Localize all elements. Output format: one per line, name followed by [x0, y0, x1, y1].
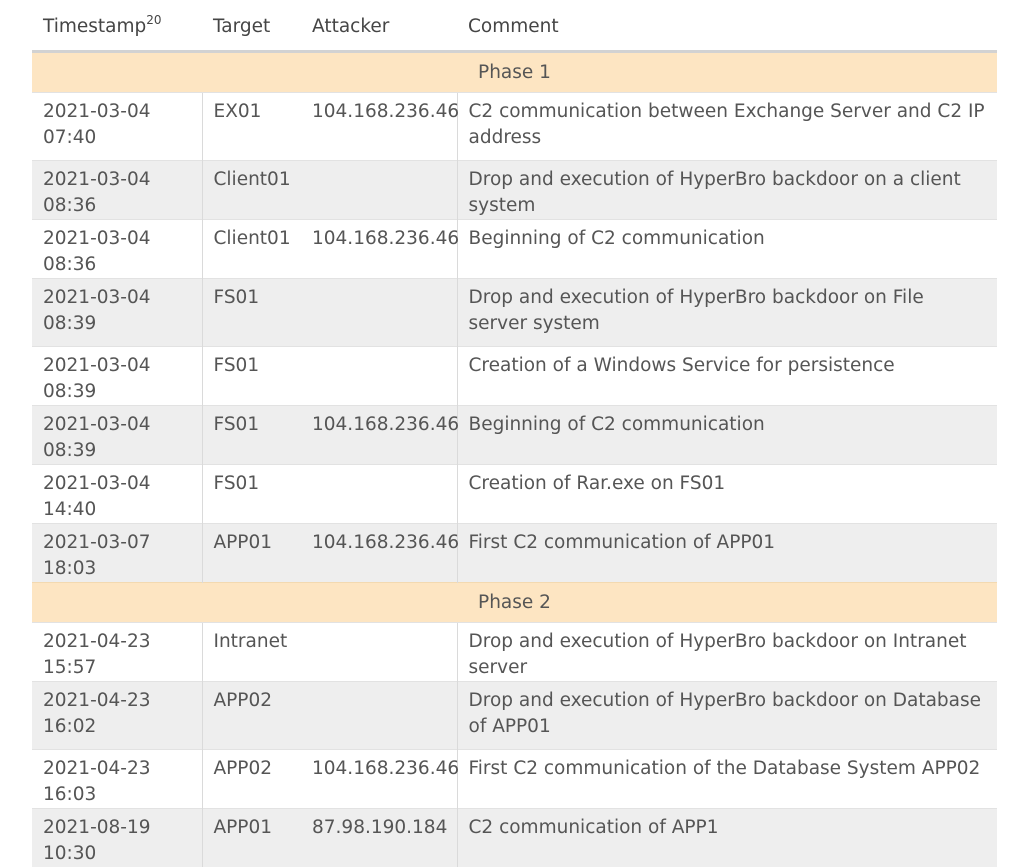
phase-row: Phase 2 [32, 583, 997, 623]
phase-label: Phase 1 [32, 52, 997, 93]
cell-comment: C2 communication of APP1 [457, 809, 997, 867]
cell-comment: Drop and execution of HyperBro backdoor … [457, 279, 997, 347]
cell-target: FS01 [202, 279, 301, 347]
timeline-table-container: Timestamp20 Target Attacker Comment Phas… [32, 0, 997, 867]
table-row: 2021-03-04 08:36Client01 Drop and executi… [32, 161, 997, 220]
cell-attacker [301, 279, 457, 347]
cell-attacker [301, 682, 457, 750]
cell-timestamp: 2021-04-23 16:03 [32, 750, 202, 809]
table-row: 2021-03-04 08:39FS01 Creation of a Window… [32, 347, 997, 406]
cell-attacker: 104.168.236.46 [301, 406, 457, 465]
cell-attacker: 104.168.236.46 [301, 524, 457, 583]
cell-attacker [301, 465, 457, 524]
cell-attacker [301, 161, 457, 220]
cell-timestamp: 2021-03-04 08:39 [32, 347, 202, 406]
header-comment: Comment [457, 0, 997, 52]
table-row: 2021-03-04 07:40EX01104.168.236.46C2 com… [32, 93, 997, 161]
cell-comment: Drop and execution of HyperBro backdoor … [457, 682, 997, 750]
cell-attacker [301, 623, 457, 682]
table-row: 2021-04-23 16:02APP02 Drop and execution … [32, 682, 997, 750]
header-timestamp-label: Timestamp [43, 16, 146, 37]
table-row: 2021-03-04 08:39FS01104.168.236.46Beginn… [32, 406, 997, 465]
cell-target: EX01 [202, 93, 301, 161]
cell-comment: C2 communication between Exchange Server… [457, 93, 997, 161]
cell-timestamp: 2021-03-04 08:39 [32, 406, 202, 465]
table-body: Phase 12021-03-04 07:40EX01104.168.236.4… [32, 52, 997, 867]
table-row: 2021-03-04 08:39FS01 Drop and execution o… [32, 279, 997, 347]
cell-timestamp: 2021-03-04 08:36 [32, 220, 202, 279]
table-row: 2021-03-04 14:40FS01 Creation of Rar.exe … [32, 465, 997, 524]
cell-attacker: 104.168.236.46 [301, 750, 457, 809]
phase-row: Phase 1 [32, 52, 997, 93]
cell-target: FS01 [202, 406, 301, 465]
cell-comment: Creation of a Windows Service for persis… [457, 347, 997, 406]
cell-attacker [301, 347, 457, 406]
cell-attacker: 104.168.236.46 [301, 220, 457, 279]
timeline-table: Timestamp20 Target Attacker Comment Phas… [32, 0, 997, 867]
cell-timestamp: 2021-08-19 10:30 [32, 809, 202, 867]
header-target: Target [202, 0, 301, 52]
footnote-marker[interactable]: 20 [146, 13, 161, 27]
cell-target: APP02 [202, 682, 301, 750]
cell-attacker: 87.98.190.184 [301, 809, 457, 867]
cell-target: Intranet [202, 623, 301, 682]
table-row: 2021-04-23 16:03APP02104.168.236.46First… [32, 750, 997, 809]
cell-comment: First C2 communication of APP01 [457, 524, 997, 583]
cell-target: Client01 [202, 161, 301, 220]
header-attacker: Attacker [301, 0, 457, 52]
cell-target: APP01 [202, 809, 301, 867]
cell-timestamp: 2021-04-23 16:02 [32, 682, 202, 750]
cell-target: FS01 [202, 347, 301, 406]
cell-comment: First C2 communication of the Database S… [457, 750, 997, 809]
cell-comment: Beginning of C2 communication [457, 406, 997, 465]
cell-target: Client01 [202, 220, 301, 279]
table-row: 2021-04-23 15:57Intranet Drop and executi… [32, 623, 997, 682]
cell-comment: Creation of Rar.exe on FS01 [457, 465, 997, 524]
cell-attacker: 104.168.236.46 [301, 93, 457, 161]
cell-comment: Drop and execution of HyperBro backdoor … [457, 161, 997, 220]
table-header-row: Timestamp20 Target Attacker Comment [32, 0, 997, 52]
cell-target: APP02 [202, 750, 301, 809]
cell-comment: Beginning of C2 communication [457, 220, 997, 279]
cell-timestamp: 2021-03-04 07:40 [32, 93, 202, 161]
table-row: 2021-03-07 18:03APP01104.168.236.46First… [32, 524, 997, 583]
cell-target: APP01 [202, 524, 301, 583]
cell-timestamp: 2021-03-04 08:36 [32, 161, 202, 220]
cell-timestamp: 2021-03-07 18:03 [32, 524, 202, 583]
table-row: 2021-03-04 08:36Client01104.168.236.46Be… [32, 220, 997, 279]
cell-timestamp: 2021-03-04 14:40 [32, 465, 202, 524]
table-row: 2021-08-19 10:30APP0187.98.190.184C2 com… [32, 809, 997, 867]
header-timestamp: Timestamp20 [32, 0, 202, 52]
cell-timestamp: 2021-04-23 15:57 [32, 623, 202, 682]
cell-comment: Drop and execution of HyperBro backdoor … [457, 623, 997, 682]
phase-label: Phase 2 [32, 583, 997, 623]
cell-timestamp: 2021-03-04 08:39 [32, 279, 202, 347]
cell-target: FS01 [202, 465, 301, 524]
